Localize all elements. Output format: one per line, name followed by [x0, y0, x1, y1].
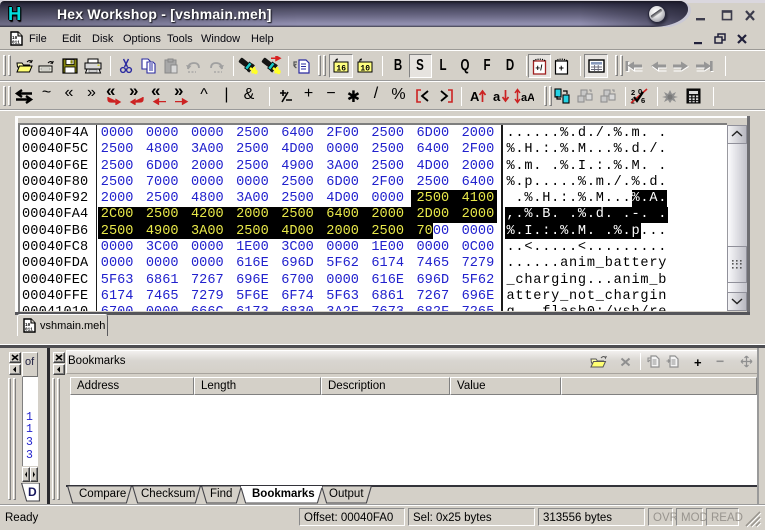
svg-text:011: 011: [25, 328, 33, 333]
svg-text:+: +: [559, 63, 564, 73]
svg-text:10: 10: [360, 64, 370, 73]
svg-text:6: 6: [641, 96, 645, 105]
svg-text:«: «: [151, 85, 160, 100]
svg-text:+/: +/: [535, 63, 543, 72]
svg-text:16: 16: [336, 64, 346, 73]
svg-text:»: »: [129, 85, 138, 100]
svg-text:aA: aA: [521, 92, 534, 104]
svg-text:»: »: [174, 85, 183, 100]
svg-text:a: a: [493, 89, 501, 104]
svg-text:A: A: [470, 89, 480, 104]
svg-text:011: 011: [12, 41, 20, 46]
